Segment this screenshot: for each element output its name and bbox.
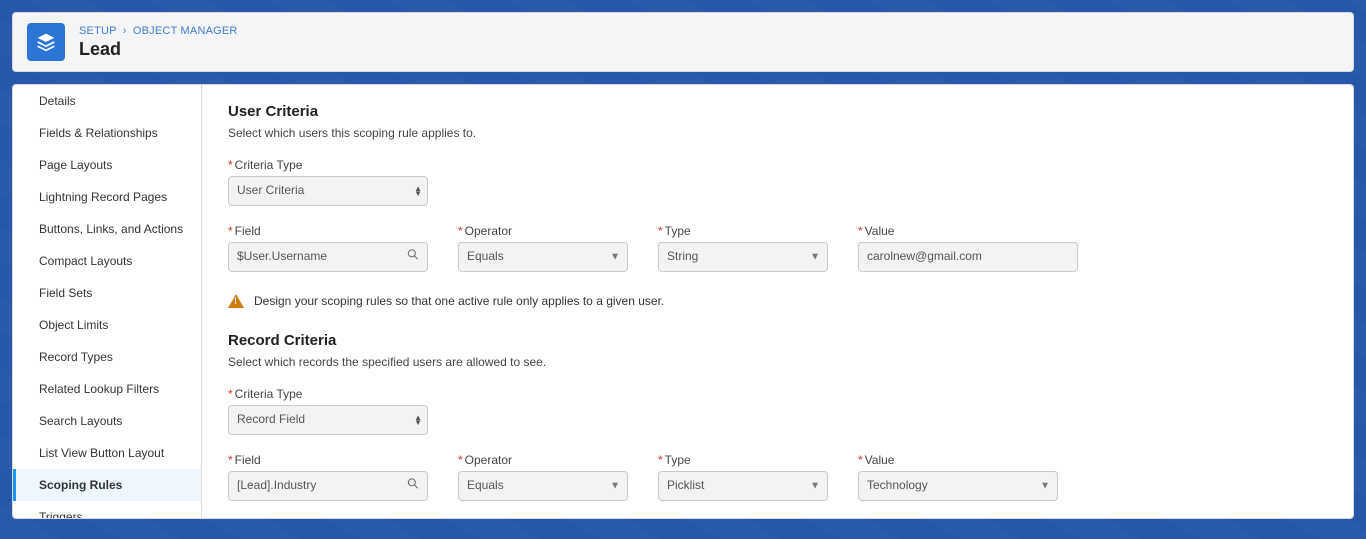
page-header: SETUP › OBJECT MANAGER Lead bbox=[12, 12, 1354, 72]
sidebar-item-lightning-record-pages[interactable]: Lightning Record Pages bbox=[13, 181, 201, 213]
sidebar-item-fields-relationships[interactable]: Fields & Relationships bbox=[13, 117, 201, 149]
sidebar-item-record-types[interactable]: Record Types bbox=[13, 341, 201, 373]
page-title: Lead bbox=[79, 39, 238, 60]
record-criteria-type-select[interactable]: Record Field bbox=[228, 405, 428, 435]
record-value-select[interactable]: Technology bbox=[858, 471, 1058, 501]
criteria-type-label: *Criteria Type bbox=[228, 158, 1327, 172]
breadcrumb-sep: › bbox=[123, 25, 127, 37]
breadcrumb-root[interactable]: SETUP bbox=[79, 25, 116, 37]
user-operator-label: *Operator bbox=[458, 224, 628, 238]
record-criteria-desc: Select which records the specified users… bbox=[228, 355, 1327, 369]
record-operator-select[interactable]: Equals bbox=[458, 471, 628, 501]
sidebar-item-triggers[interactable]: Triggers bbox=[13, 501, 201, 519]
object-icon bbox=[27, 23, 65, 61]
user-type-select[interactable]: String bbox=[658, 242, 828, 272]
breadcrumb[interactable]: SETUP › OBJECT MANAGER bbox=[79, 25, 238, 37]
warning-icon bbox=[228, 294, 244, 308]
user-type-label: *Type bbox=[658, 224, 828, 238]
user-field-lookup[interactable]: $User.Username bbox=[228, 242, 428, 272]
user-value-label: *Value bbox=[858, 224, 1078, 238]
sidebar-item-search-layouts[interactable]: Search Layouts bbox=[13, 405, 201, 437]
user-criteria-desc: Select which users this scoping rule app… bbox=[228, 126, 1327, 140]
record-field-lookup[interactable]: [Lead].Industry bbox=[228, 471, 428, 501]
record-field-label: *Field bbox=[228, 453, 428, 467]
breadcrumb-parent[interactable]: OBJECT MANAGER bbox=[133, 25, 238, 37]
user-field-label: *Field bbox=[228, 224, 428, 238]
user-operator-select[interactable]: Equals bbox=[458, 242, 628, 272]
criteria-type-select[interactable]: User Criteria bbox=[228, 176, 428, 206]
sidebar-item-details[interactable]: Details bbox=[13, 85, 201, 117]
sidebar-item-field-sets[interactable]: Field Sets bbox=[13, 277, 201, 309]
user-value-input[interactable]: carolnew@gmail.com bbox=[858, 242, 1078, 272]
record-type-select[interactable]: Picklist bbox=[658, 471, 828, 501]
sidebar-item-related-lookup-filters[interactable]: Related Lookup Filters bbox=[13, 373, 201, 405]
record-criteria-title: Record Criteria bbox=[228, 332, 1327, 349]
user-criteria-title: User Criteria bbox=[228, 103, 1327, 120]
record-operator-label: *Operator bbox=[458, 453, 628, 467]
record-criteria-type-label: *Criteria Type bbox=[228, 387, 1327, 401]
sidebar-nav[interactable]: DetailsFields & RelationshipsPage Layout… bbox=[12, 84, 202, 519]
record-type-label: *Type bbox=[658, 453, 828, 467]
sidebar-item-compact-layouts[interactable]: Compact Layouts bbox=[13, 245, 201, 277]
sidebar-item-scoping-rules[interactable]: Scoping Rules bbox=[13, 469, 201, 501]
main-panel: User Criteria Select which users this sc… bbox=[202, 84, 1354, 519]
warning-text: Design your scoping rules so that one ac… bbox=[254, 294, 664, 308]
sidebar-item-list-view-button-layout[interactable]: List View Button Layout bbox=[13, 437, 201, 469]
sidebar-item-page-layouts[interactable]: Page Layouts bbox=[13, 149, 201, 181]
record-value-label: *Value bbox=[858, 453, 1058, 467]
sidebar-item-buttons-links-and-actions[interactable]: Buttons, Links, and Actions bbox=[13, 213, 201, 245]
sidebar-item-object-limits[interactable]: Object Limits bbox=[13, 309, 201, 341]
warning-message: Design your scoping rules so that one ac… bbox=[228, 294, 1327, 308]
